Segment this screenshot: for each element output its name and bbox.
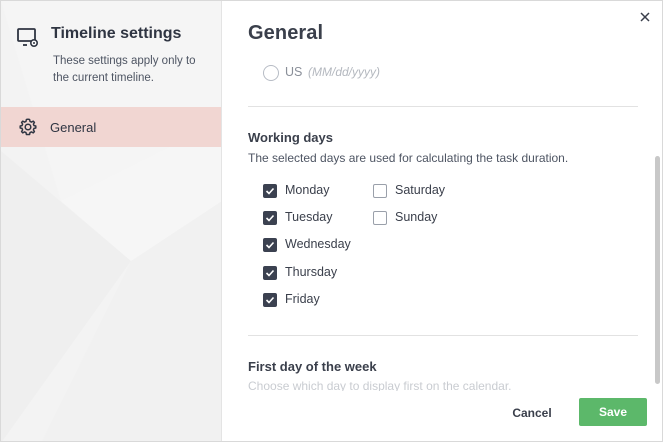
checkbox-box[interactable] [263,293,277,307]
sidebar: Timeline settings These settings apply o… [1,1,222,441]
checkbox-label: Monday [285,183,330,197]
date-format-radio[interactable] [263,65,279,81]
checkbox-label: Saturday [395,183,446,197]
date-format-hint: (MM/dd/yyyy) [308,65,380,79]
content-scrollbar[interactable] [655,156,660,384]
timeline-settings-dialog: Timeline settings These settings apply o… [0,0,663,442]
checkbox-box[interactable] [263,238,277,252]
date-format-label: US [285,65,303,79]
checkbox-box[interactable] [263,184,277,198]
gear-icon [19,118,37,136]
first-day-title: First day of the week [248,359,377,374]
working-days-description: The selected days are used for calculati… [248,151,569,165]
sidebar-item-general[interactable]: General [1,107,221,147]
checkbox-label: Thursday [285,265,338,279]
page-title: General [248,22,324,44]
save-button[interactable]: Save [579,398,647,426]
sidebar-subtitle: These settings apply only to the current… [53,55,196,84]
checkbox-label: Wednesday [285,237,351,251]
checkbox-box[interactable] [263,211,277,225]
cancel-button[interactable]: Cancel [501,399,563,426]
checkbox-box[interactable] [263,266,277,280]
section-divider [248,335,638,336]
settings-content[interactable]: General US (MM/dd/yyyy) Working days The… [223,1,662,391]
sidebar-item-label: General [50,120,97,135]
checkbox-box[interactable] [373,184,387,198]
working-days-title: Working days [248,130,334,145]
checkbox-box[interactable] [373,211,387,225]
sidebar-title: Timeline settings [51,25,182,42]
checkbox-label: Tuesday [285,210,333,224]
first-day-description: Choose which day to display first on the… [248,379,512,391]
checkbox-label: Sunday [395,210,438,224]
section-divider [248,106,638,107]
timeline-settings-icon [17,28,39,48]
checkbox-label: Friday [285,292,320,306]
